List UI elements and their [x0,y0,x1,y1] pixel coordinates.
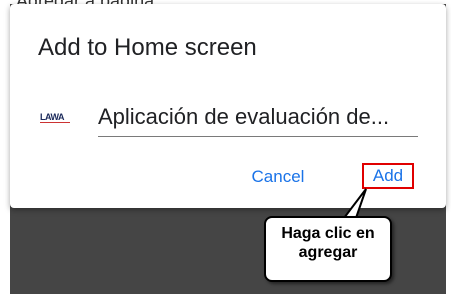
instruction-callout: Haga clic en agregar [264,216,392,282]
callout-text: Haga clic en agregar [281,225,375,261]
callout-pointer-shape [341,188,367,219]
